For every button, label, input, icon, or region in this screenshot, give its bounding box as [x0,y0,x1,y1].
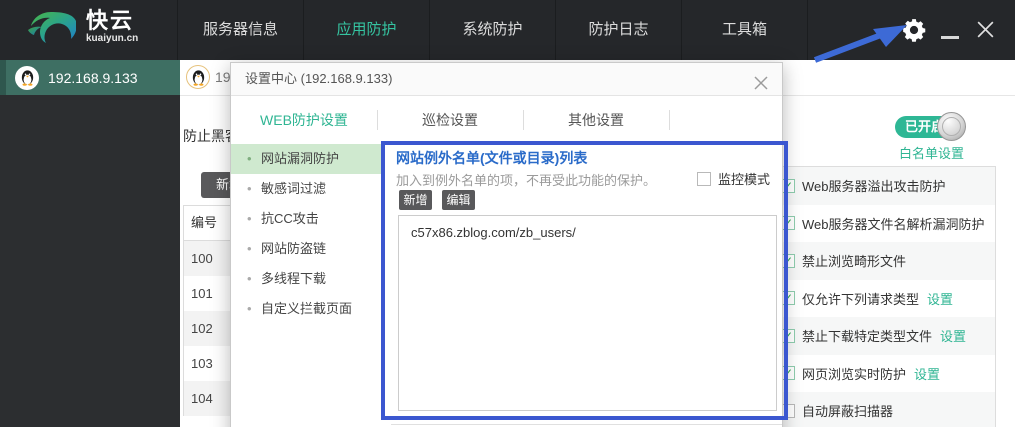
checkbox-icon[interactable]: ✓ [781,366,795,381]
close-icon[interactable] [975,19,996,40]
settings-link[interactable]: 设置 [927,289,953,308]
checkbox-icon[interactable]: ✓ [781,328,795,343]
kuaiyun-swirl-icon [28,12,76,43]
nav-tab-server-info[interactable]: 服务器信息 [177,0,303,60]
title-bar: 快云 kuaiyun.cn 服务器信息 应用防护 系统防护 防护日志 工具箱 [0,0,1015,60]
modal-title-bar: 设置中心 (192.168.9.133) [231,63,782,96]
list-item[interactable]: ✓ Web服务器文件名解析漏洞防护 [773,205,995,243]
server-sidebar: 192.168.9.133 [0,60,180,427]
exception-list-box[interactable]: c57x86.zblog.com/zb_users/ [398,215,777,411]
exception-list-item[interactable]: c57x86.zblog.com/zb_users/ [399,216,776,240]
app-logo: 快云 kuaiyun.cn [26,6,138,48]
list-item[interactable]: ✓ 禁止浏览畸形文件 [773,242,995,280]
list-item[interactable]: ✓ 网页浏览实时防护 设置 [773,355,995,393]
add-button[interactable]: 新增 [399,190,432,210]
checkbox-icon[interactable]: ✓ [781,291,795,306]
nav-tab-logs[interactable]: 防护日志 [555,0,681,60]
modal-tabs: WEB防护设置 巡检设置 其他设置 [231,96,782,144]
checkbox-icon[interactable] [781,403,795,418]
gear-icon[interactable] [901,17,927,43]
modal-tab-spacer [669,96,782,144]
modal-tab-other[interactable]: 其他设置 [523,96,669,144]
menu-item-multithread[interactable]: 多线程下载 [231,264,382,294]
sidebar-server-item[interactable]: 192.168.9.133 [0,60,180,95]
monitor-mode-label: 监控模式 [718,172,771,187]
whitelist-settings-link[interactable]: 白名单设置 [899,143,964,162]
toggle-knob-icon[interactable] [937,112,966,141]
edit-button[interactable]: 编辑 [442,190,475,210]
app-window: 192.168.9.133 防止黑客 新增 编号 100 101 102 103… [0,0,1015,427]
nav-tab-app-protect[interactable]: 应用防护 [303,0,429,60]
list-item[interactable]: ✓ Web服务器溢出攻击防护 [773,167,995,205]
divider [391,424,782,425]
modal-side-menu: 网站漏洞防护 敏感词过滤 抗CC攻击 网站防盗链 多线程下载 自定义拦截页面 [231,144,382,427]
protection-options-list: ✓ Web服务器溢出攻击防护 ✓ Web服务器文件名解析漏洞防护 ✓ 禁止浏览畸… [772,166,996,427]
menu-item-anti-cc[interactable]: 抗CC攻击 [231,204,382,234]
settings-link[interactable]: 设置 [914,364,940,383]
modal-title: 设置中心 (192.168.9.133) [245,71,393,86]
checkbox-icon[interactable]: ✓ [781,216,795,231]
checkbox-icon[interactable]: ✓ [781,253,795,268]
menu-item-vuln-protect[interactable]: 网站漏洞防护 [231,144,382,174]
nav-tab-sys-protect[interactable]: 系统防护 [429,0,555,60]
list-item[interactable]: ✓ 禁止下载特定类型文件 设置 [773,317,995,355]
settings-modal: 设置中心 (192.168.9.133) WEB防护设置 巡检设置 其他设置 网… [230,62,783,427]
menu-item-word-filter[interactable]: 敏感词过滤 [231,174,382,204]
linux-penguin-icon [15,65,39,90]
linux-penguin-icon [186,65,210,89]
monitor-mode-option[interactable]: 监控模式 [697,169,770,188]
minimize-icon[interactable] [941,36,959,39]
exception-list-title: 网站例外名单(文件或目录)列表 [396,150,588,166]
nav-tab-toolbox[interactable]: 工具箱 [681,0,808,60]
modal-tab-web-protect[interactable]: WEB防护设置 [231,96,377,144]
sidebar-server-ip: 192.168.9.133 [48,69,138,86]
modal-tab-inspection[interactable]: 巡检设置 [377,96,523,144]
exception-list-desc: 加入到例外名单的项，不再受此功能的保护。 [396,173,657,188]
settings-link[interactable]: 设置 [940,326,966,345]
logo-title: 快云 [86,8,135,33]
main-nav: 服务器信息 应用防护 系统防护 防护日志 工具箱 [177,0,808,60]
modal-close-icon[interactable] [753,71,769,90]
checkbox-icon[interactable]: ✓ [781,178,795,193]
list-item[interactable]: ✓ 仅允许下列请求类型 设置 [773,280,995,318]
logo-domain: kuaiyun.cn [86,33,139,44]
menu-item-custom-block[interactable]: 自定义拦截页面 [231,294,382,324]
menu-item-anti-leech[interactable]: 网站防盗链 [231,234,382,264]
checkbox-icon[interactable] [697,171,711,186]
list-item[interactable]: 自动屏蔽扫描器 [773,392,995,427]
